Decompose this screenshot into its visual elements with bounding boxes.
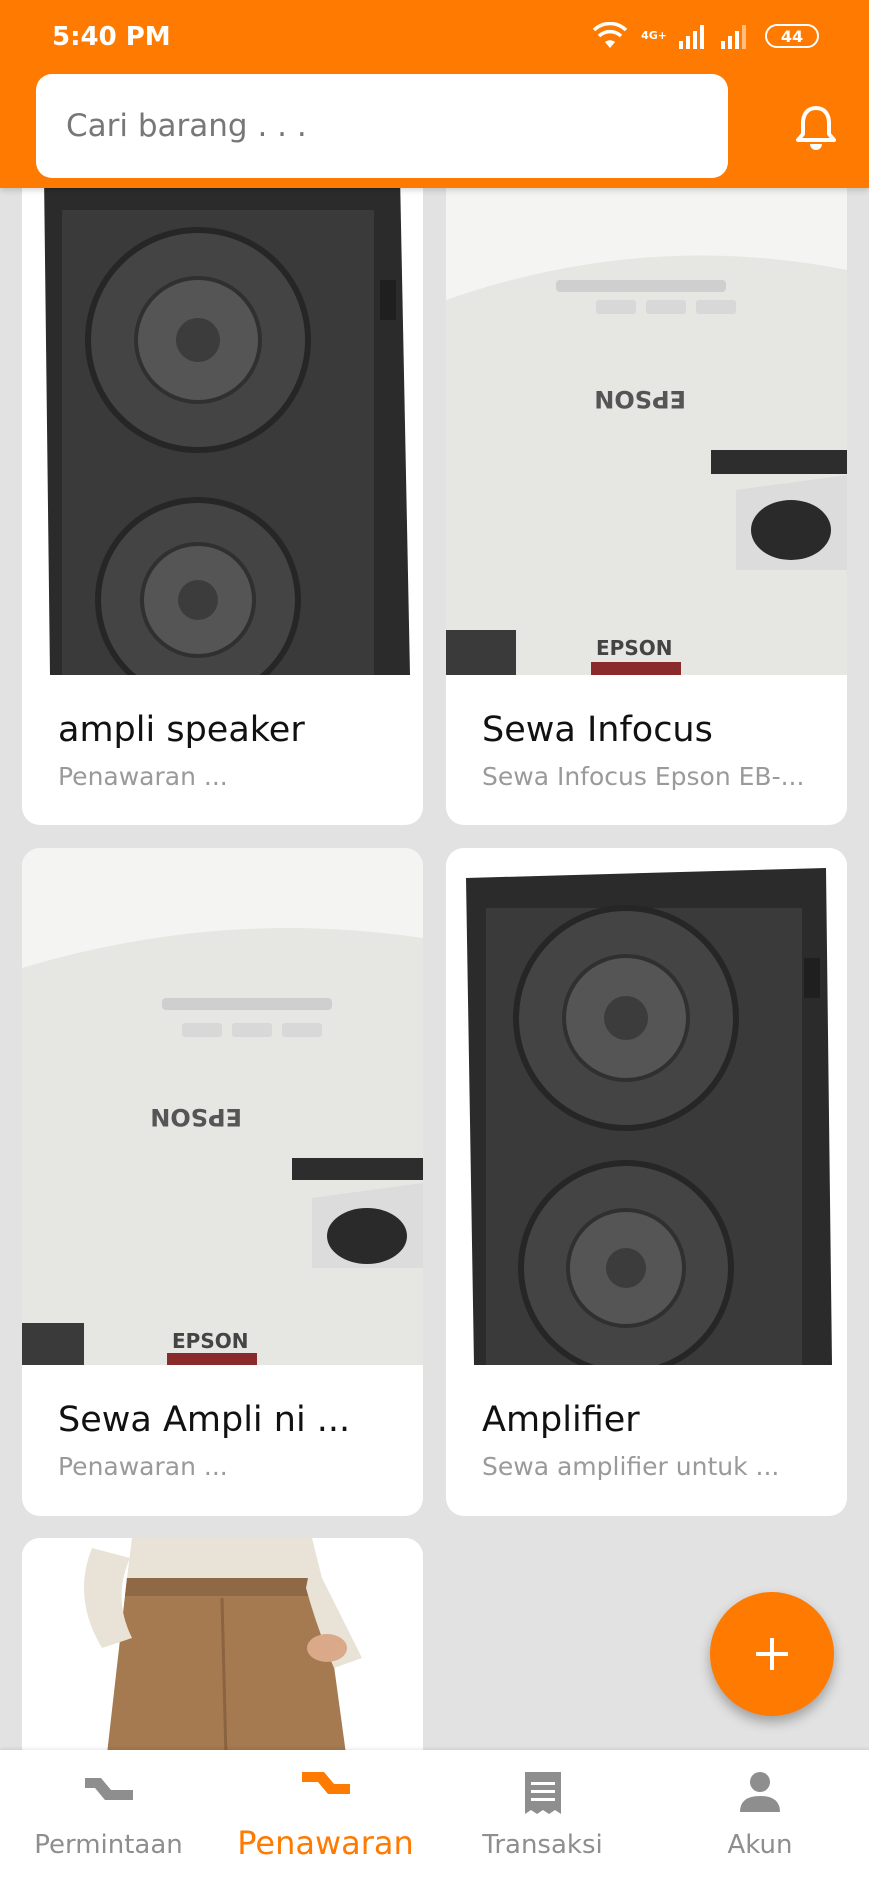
- product-title: Sewa Infocus: [482, 710, 713, 750]
- product-card[interactable]: EPSON EPSON Sewa Ampli ni ... Penawaran …: [22, 848, 423, 1516]
- receipt-icon: [524, 1772, 561, 1814]
- product-title: Sewa Ampli ni ...: [58, 1400, 351, 1440]
- app-header: 5:40 PM 4G+ 44: [0, 0, 869, 188]
- nav-label: Permintaan: [34, 1830, 183, 1860]
- signal-2-icon: [721, 25, 746, 49]
- search-bar[interactable]: [36, 74, 728, 178]
- network-label: 4G+: [641, 29, 667, 42]
- projector-image: EPSON EPSON: [22, 848, 423, 1365]
- search-input[interactable]: [66, 108, 728, 144]
- offer-icon: [301, 1772, 350, 1794]
- svg-text:EPSON: EPSON: [150, 1103, 242, 1131]
- bottom-navigation: Permintaan Penawaran Transaksi Akun: [0, 1750, 869, 1883]
- product-card[interactable]: ampli speaker Penawaran ...: [22, 150, 423, 825]
- nav-item-transaksi[interactable]: Transaksi: [434, 1750, 651, 1883]
- request-icon: [84, 1778, 133, 1800]
- status-icons: 4G+ 44: [591, 22, 819, 50]
- product-card[interactable]: Amplifier Sewa amplifier untuk ...: [446, 848, 847, 1516]
- product-title: Amplifier: [482, 1400, 640, 1440]
- product-card[interactable]: EPSON EPSON Sewa Infocus Sewa Infocus Ep…: [446, 150, 847, 825]
- plus-icon: [756, 1638, 788, 1670]
- add-button[interactable]: [710, 1592, 834, 1716]
- bell-icon[interactable]: [794, 104, 838, 152]
- product-subtitle: Sewa amplifier untuk ...: [482, 1452, 780, 1481]
- status-time: 5:40 PM: [52, 22, 171, 52]
- nav-label: Penawaran: [237, 1824, 414, 1862]
- svg-text:EPSON: EPSON: [596, 636, 672, 660]
- product-title: ampli speaker: [58, 710, 305, 750]
- speaker-image: [446, 848, 847, 1365]
- battery-indicator: 44: [765, 24, 819, 48]
- person-icon: [740, 1772, 780, 1812]
- nav-label: Akun: [727, 1830, 793, 1860]
- signal-icon: [679, 25, 704, 49]
- projector-image: EPSON EPSON: [446, 150, 847, 675]
- svg-text:EPSON: EPSON: [172, 1329, 248, 1353]
- nav-item-permintaan[interactable]: Permintaan: [0, 1750, 217, 1883]
- product-subtitle: Penawaran ...: [58, 1452, 228, 1481]
- nav-item-akun[interactable]: Akun: [651, 1750, 869, 1883]
- wifi-icon: [592, 22, 628, 48]
- svg-text:EPSON: EPSON: [594, 385, 686, 413]
- product-subtitle: Penawaran ...: [58, 762, 228, 791]
- speaker-image: [22, 150, 423, 675]
- nav-label: Transaksi: [482, 1830, 603, 1860]
- nav-item-penawaran[interactable]: Penawaran: [217, 1750, 434, 1883]
- product-subtitle: Sewa Infocus Epson EB-...: [482, 762, 805, 791]
